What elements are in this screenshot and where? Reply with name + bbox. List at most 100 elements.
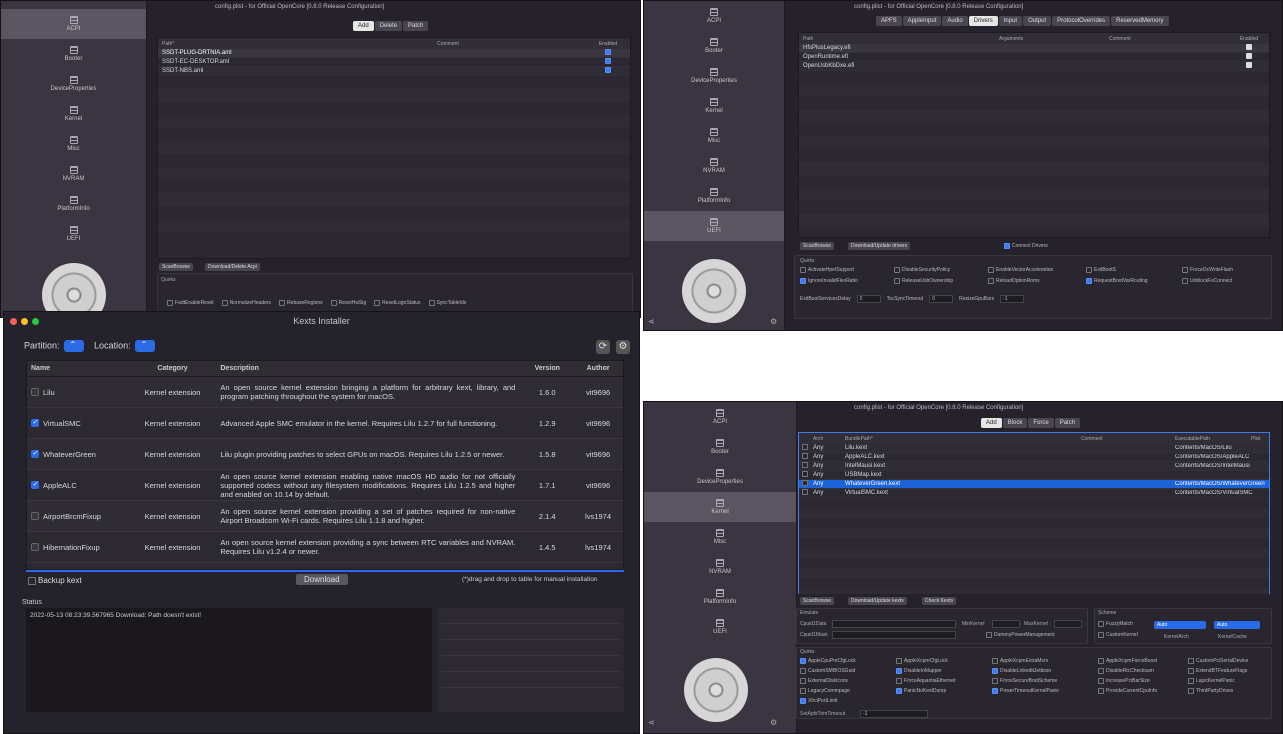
checkbox[interactable] <box>1098 632 1104 638</box>
scan-browse-button[interactable]: ScanBrowse <box>800 242 835 250</box>
checkbox[interactable] <box>992 658 998 664</box>
kext-checkbox[interactable]: ✓ <box>31 450 39 458</box>
quirk-item[interactable]: CustomSMBIOSGuid <box>800 668 855 674</box>
enabled-checkbox[interactable] <box>605 58 611 64</box>
quirk-item[interactable]: ReloadOptionRoms <box>988 278 1086 284</box>
checkbox[interactable] <box>800 278 806 284</box>
quirk-item[interactable]: ActivateHpetSupport <box>800 267 894 273</box>
table-row[interactable]: ✓ WhateverGreen Kernel extension Lilu plugi… <box>27 439 623 470</box>
kernelarch-select[interactable]: Auto <box>1154 621 1206 629</box>
cpuid1data-input[interactable] <box>832 620 956 628</box>
checkbox[interactable] <box>1086 267 1092 273</box>
checkbox[interactable] <box>986 632 992 638</box>
tab-apfs[interactable]: APFS <box>876 16 902 26</box>
check-kexts-button[interactable]: Check Kexts <box>922 597 957 605</box>
quirk-item[interactable]: IncreasePciBarSize <box>1098 678 1150 684</box>
sidebar-item-uefi[interactable]: UEFI <box>1 219 146 249</box>
sidebar-item-acpi[interactable]: ACPI <box>644 1 784 31</box>
download-drivers-button[interactable]: Download/Update drivers <box>848 242 911 250</box>
tab-add[interactable]: Add <box>981 418 1002 428</box>
table-row[interactable]: Any IntelMausi.kext Contents/MacOS/IntelMa… <box>799 462 1269 471</box>
checkbox[interactable] <box>802 471 808 477</box>
kext-checkbox[interactable]: ✓ <box>31 419 39 427</box>
table-row[interactable]: HibernationFixup Kernel extension An open … <box>27 532 623 563</box>
table-row[interactable]: Any WhateverGreen.kext Contents/MacOS/What… <box>799 480 1269 489</box>
enabled-checkbox[interactable] <box>605 67 611 73</box>
checkbox[interactable] <box>1182 267 1188 273</box>
settings-icon[interactable]: ⚙ <box>770 317 777 326</box>
checkbox[interactable] <box>1004 243 1010 249</box>
quirk-item[interactable]: PanicNoKextDump <box>896 688 946 694</box>
table-row[interactable]: HfsPlusLegacy.efi <box>799 44 1269 53</box>
table-row[interactable]: Any Lilu.kext Contents/MacOS/Lilu <box>799 444 1269 453</box>
scan-browse-button[interactable]: ScanBrowse <box>159 263 194 271</box>
checkbox[interactable] <box>800 658 806 664</box>
sidebar-item-platforminfo[interactable]: PlatformInfo <box>644 181 784 211</box>
partition-select[interactable] <box>63 340 84 352</box>
quirk-item[interactable]: ResetHwSig <box>330 300 366 306</box>
checkbox[interactable] <box>992 678 998 684</box>
kext-checkbox[interactable] <box>31 543 39 551</box>
quirk-item[interactable]: ExtendBTFeatureFlags <box>1188 668 1247 674</box>
download-kexts-button[interactable]: Download/Update kexts <box>848 597 907 605</box>
quirk-item[interactable]: SyncTableIds <box>428 300 466 306</box>
enabled-checkbox[interactable] <box>1246 44 1252 50</box>
checkbox[interactable] <box>1188 668 1194 674</box>
checkbox[interactable] <box>428 300 435 306</box>
checkbox[interactable] <box>1098 688 1104 694</box>
quirk-item[interactable]: NormalizeHeaders <box>221 300 271 306</box>
checkbox[interactable] <box>221 300 228 306</box>
checkbox[interactable] <box>894 267 900 273</box>
sidebar-item-platforminfo[interactable]: PlatformInfo <box>644 582 796 612</box>
checkbox[interactable] <box>800 668 806 674</box>
quirk-item[interactable]: UnblockFsConnect <box>1182 278 1262 284</box>
tab-patch[interactable]: Patch <box>1054 418 1081 428</box>
table-row[interactable]: SSDT-EC-DESKTOP.aml <box>158 58 630 67</box>
checkbox[interactable] <box>800 678 806 684</box>
sidebar-item-uefi[interactable]: UEFI <box>644 612 796 642</box>
checkbox[interactable] <box>802 489 808 495</box>
enabled-checkbox[interactable] <box>1246 53 1252 59</box>
sidebar-item-nvram[interactable]: NVRAM <box>644 151 784 181</box>
table-row[interactable]: SSDT-NBS.aml <box>158 67 630 76</box>
quirk-item[interactable]: AppleCpuPmCfgLock <box>800 658 856 664</box>
backup-kext[interactable]: Backup kext <box>28 576 82 585</box>
checkbox[interactable] <box>802 480 808 486</box>
checkbox[interactable] <box>802 444 808 450</box>
quirk-item[interactable]: AppleXcpmForceBoost <box>1098 658 1157 664</box>
checkbox[interactable] <box>988 267 994 273</box>
quirk-item[interactable]: ForceAquantiaEthernet <box>896 678 955 684</box>
settings-icon[interactable]: ⚙ <box>770 718 777 727</box>
setapfstrimtimeout-input[interactable]: -1 <box>860 710 928 718</box>
minkernel-input[interactable] <box>992 620 1020 628</box>
tab-drivers[interactable]: Drivers <box>968 16 998 26</box>
download-acpi-button[interactable]: Download/Delete Acpi <box>205 263 260 271</box>
sidebar-item-booter[interactable]: Booter <box>644 432 796 462</box>
quirk-item[interactable]: FadtEnableReset <box>167 300 214 306</box>
checkbox[interactable] <box>800 688 806 694</box>
quirk-item[interactable]: DisableSecurityPolicy <box>894 267 988 273</box>
quirk-item[interactable]: AppleXcpmExtraMsrs <box>992 658 1048 664</box>
quirk-item[interactable]: DisableLinkeditJettison <box>992 668 1051 674</box>
checkbox[interactable] <box>896 658 902 664</box>
checkbox[interactable] <box>896 688 902 694</box>
checkbox[interactable] <box>988 278 994 284</box>
quirk-item[interactable]: EnableVectorAcceleration <box>988 267 1086 273</box>
checkbox[interactable] <box>1098 621 1104 627</box>
exitbootservicesdelay-input[interactable]: 0 <box>856 295 881 303</box>
table-row[interactable]: ✓ AppleALC Kernel extension An open source … <box>27 470 623 501</box>
checkbox[interactable] <box>1182 278 1188 284</box>
checkbox[interactable] <box>992 668 998 674</box>
quirk-item[interactable]: DisableIoMapper <box>896 668 942 674</box>
quirk-item[interactable]: RequestBootVarRouting <box>1086 278 1182 284</box>
tab-input[interactable]: Input <box>998 16 1023 26</box>
table-row[interactable]: Any VirtualSMC.kext Contents/MacOS/Virtual… <box>799 489 1269 498</box>
sidebar-item-misc[interactable]: Misc <box>1 129 146 159</box>
dummy-power-management[interactable]: DummyPowerManagement <box>986 632 1055 638</box>
cpuid1mask-input[interactable] <box>832 631 956 639</box>
sidebar-item-platforminfo[interactable]: PlatformInfo <box>1 189 146 219</box>
tab-appleinput[interactable]: AppleInput <box>902 16 942 26</box>
checkbox[interactable] <box>1098 658 1104 664</box>
enabled-checkbox[interactable] <box>605 49 611 55</box>
tab-block[interactable]: Block <box>1002 418 1028 428</box>
